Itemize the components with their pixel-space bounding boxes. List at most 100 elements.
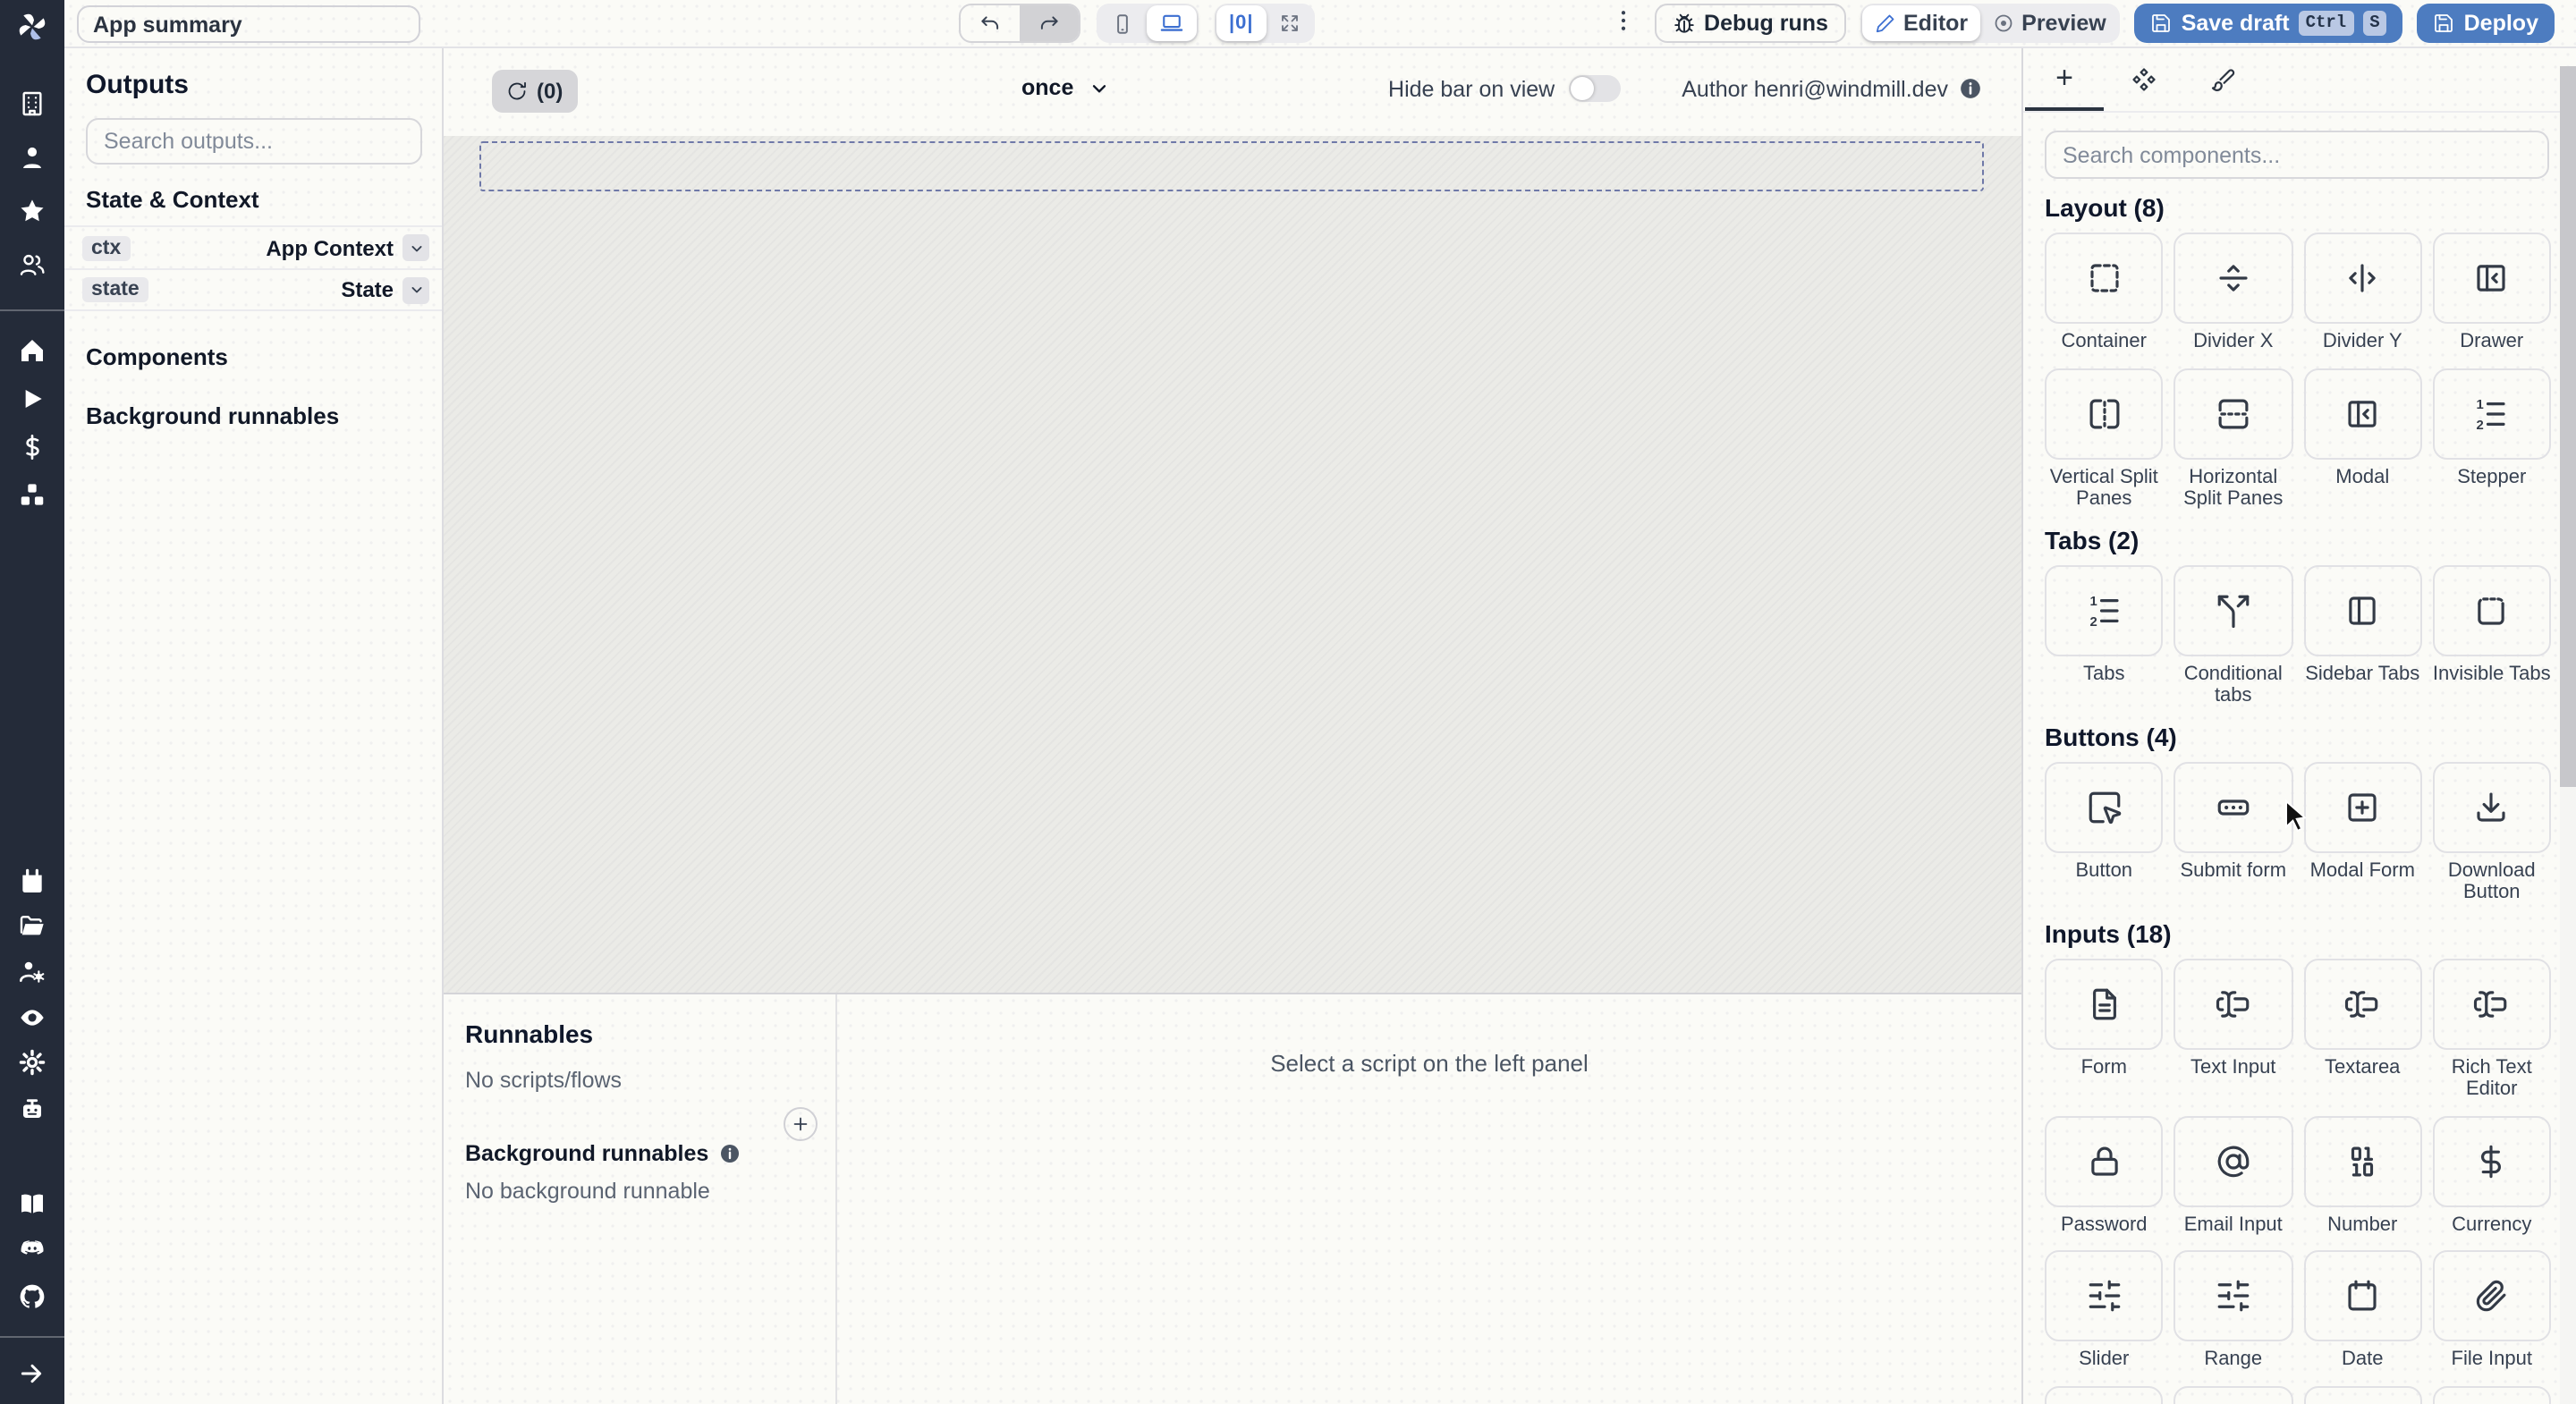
state-row-ctx[interactable]: ctx App Context	[64, 225, 442, 268]
component-modal-form[interactable]	[2303, 761, 2422, 852]
tab-insert-component[interactable]: +	[2025, 48, 2104, 111]
outputs-panel: Outputs State & Context ctx App Context st…	[64, 48, 444, 1404]
component-invisible-tabs[interactable]	[2432, 564, 2551, 655]
component-divider-y[interactable]	[2303, 233, 2422, 324]
hide-bar-toggle[interactable]	[1569, 75, 1622, 102]
component-card-partial[interactable]	[2432, 1385, 2551, 1404]
svg-text:2: 2	[2089, 614, 2097, 629]
search-outputs-input[interactable]	[86, 118, 422, 165]
info-icon[interactable]	[1959, 77, 1982, 100]
sidebar-item-arrow-right[interactable]	[18, 1359, 47, 1388]
sidebar-item-building[interactable]	[18, 89, 47, 118]
sidebar-item-gear[interactable]	[18, 1048, 47, 1077]
canvas-toolbar: (0) once Hide bar on view Author henri@w…	[444, 48, 2021, 136]
sidebar-item-folder-open[interactable]	[18, 912, 47, 941]
component-vertical-split-panes[interactable]	[2045, 368, 2164, 459]
schedule-dropdown[interactable]: once	[1011, 73, 1122, 102]
component-divider-x[interactable]	[2174, 233, 2292, 324]
component-range[interactable]	[2174, 1250, 2292, 1341]
search-components-input[interactable]	[2045, 131, 2549, 179]
component-cell: Number	[2303, 1115, 2422, 1236]
bug-icon	[1672, 12, 1695, 35]
fullwidth-button[interactable]	[1267, 5, 1313, 41]
component-currency[interactable]	[2432, 1115, 2551, 1206]
sidebar-item-star[interactable]	[18, 197, 47, 225]
sidebar-item-book-open[interactable]	[18, 1189, 47, 1218]
empty-dropzone[interactable]	[479, 141, 1984, 191]
sidebar-item-home[interactable]	[18, 336, 47, 365]
sidebar-item-discord[interactable]	[18, 1236, 47, 1264]
component-cell: Form	[2045, 958, 2164, 1101]
sidebar-item-eye[interactable]	[18, 1003, 47, 1032]
component-drawer[interactable]	[2432, 233, 2551, 324]
email-icon	[2217, 1145, 2250, 1177]
panel-scrollbar[interactable]	[2560, 66, 2576, 1404]
component-cell: Horizontal Split Panes	[2174, 368, 2292, 511]
sidebar-item-users[interactable]	[18, 250, 47, 279]
redo-button[interactable]	[1020, 5, 1079, 41]
component-submit-form[interactable]	[2174, 761, 2292, 852]
component-button[interactable]	[2045, 761, 2164, 852]
app-summary-input[interactable]	[77, 5, 420, 43]
drawer-icon	[2348, 400, 2377, 427]
app-canvas[interactable]	[444, 136, 2021, 993]
gear-icon	[19, 1049, 46, 1076]
center-canvas-button[interactable]: |0|	[1216, 5, 1267, 41]
component-card-partial[interactable]	[2045, 1385, 2164, 1404]
component-container[interactable]	[2045, 233, 2164, 324]
component-sidebar-tabs[interactable]	[2303, 564, 2422, 655]
undo-button[interactable]	[961, 5, 1020, 41]
kbd-ctrl: Ctrl	[2298, 11, 2354, 36]
component-number[interactable]	[2303, 1115, 2422, 1206]
component-tabs[interactable]: 12	[2045, 564, 2164, 655]
laptop-icon	[1159, 11, 1184, 36]
component-horizontal-split-panes[interactable]	[2174, 368, 2292, 459]
component-download-button[interactable]	[2432, 761, 2551, 852]
tab-editor[interactable]: Editor	[1861, 5, 1981, 41]
info-icon[interactable]	[719, 1143, 741, 1164]
sidebar-item-calendar[interactable]	[18, 867, 47, 896]
sidebar-item-play[interactable]	[18, 385, 47, 413]
component-card-partial[interactable]	[2174, 1385, 2292, 1404]
scrollbar-thumb[interactable]	[2560, 66, 2576, 787]
mobile-view-button[interactable]	[1098, 5, 1147, 41]
more-menu-button[interactable]	[1606, 7, 1640, 39]
chevron-down-icon	[1088, 76, 1111, 99]
tab-preview[interactable]: Preview	[1980, 5, 2119, 41]
component-cell: Button	[2045, 761, 2164, 904]
component-email-input[interactable]	[2174, 1115, 2292, 1206]
device-toggle-group	[1097, 4, 1199, 43]
component-text-input[interactable]	[2174, 958, 2292, 1049]
sidebar-item-boxes[interactable]	[18, 481, 47, 510]
sidebar-item-users-gear[interactable]	[18, 957, 47, 985]
debug-runs-button[interactable]: Debug runs	[1654, 4, 1846, 43]
component-card-partial[interactable]	[2303, 1385, 2422, 1404]
component-file-input[interactable]	[2432, 1250, 2551, 1341]
component-date[interactable]	[2303, 1250, 2422, 1341]
tab-component-settings[interactable]	[2104, 48, 2182, 111]
desktop-view-button[interactable]	[1147, 5, 1197, 41]
runnable-detail: Select a script on the left panel	[837, 994, 2021, 1404]
component-modal[interactable]	[2303, 368, 2422, 459]
sidebar-item-dollar[interactable]	[18, 433, 47, 461]
expand-row-button[interactable]	[402, 234, 429, 261]
sidebar-item-user[interactable]	[18, 143, 47, 172]
save-draft-button[interactable]: Save draft Ctrl S	[2134, 4, 2403, 43]
refresh-button[interactable]: (0)	[492, 70, 578, 113]
play-icon	[25, 390, 42, 408]
component-form[interactable]	[2045, 958, 2164, 1049]
windmill-logo-icon[interactable]	[14, 9, 50, 45]
state-row-state[interactable]: state State	[64, 268, 442, 311]
component-conditional-tabs[interactable]	[2174, 564, 2292, 655]
component-password[interactable]	[2045, 1115, 2164, 1206]
deploy-button[interactable]: Deploy	[2417, 4, 2555, 43]
add-background-runnable-button[interactable]	[784, 1107, 818, 1141]
component-slider[interactable]	[2045, 1250, 2164, 1341]
tab-styling[interactable]	[2182, 48, 2261, 111]
component-stepper[interactable]: 12	[2432, 368, 2551, 459]
expand-row-button[interactable]	[402, 276, 429, 303]
sidebar-item-bot[interactable]	[18, 1095, 47, 1123]
component-rich-text-editor[interactable]	[2432, 958, 2551, 1049]
component-textarea[interactable]	[2303, 958, 2422, 1049]
sidebar-item-github[interactable]	[18, 1282, 47, 1311]
